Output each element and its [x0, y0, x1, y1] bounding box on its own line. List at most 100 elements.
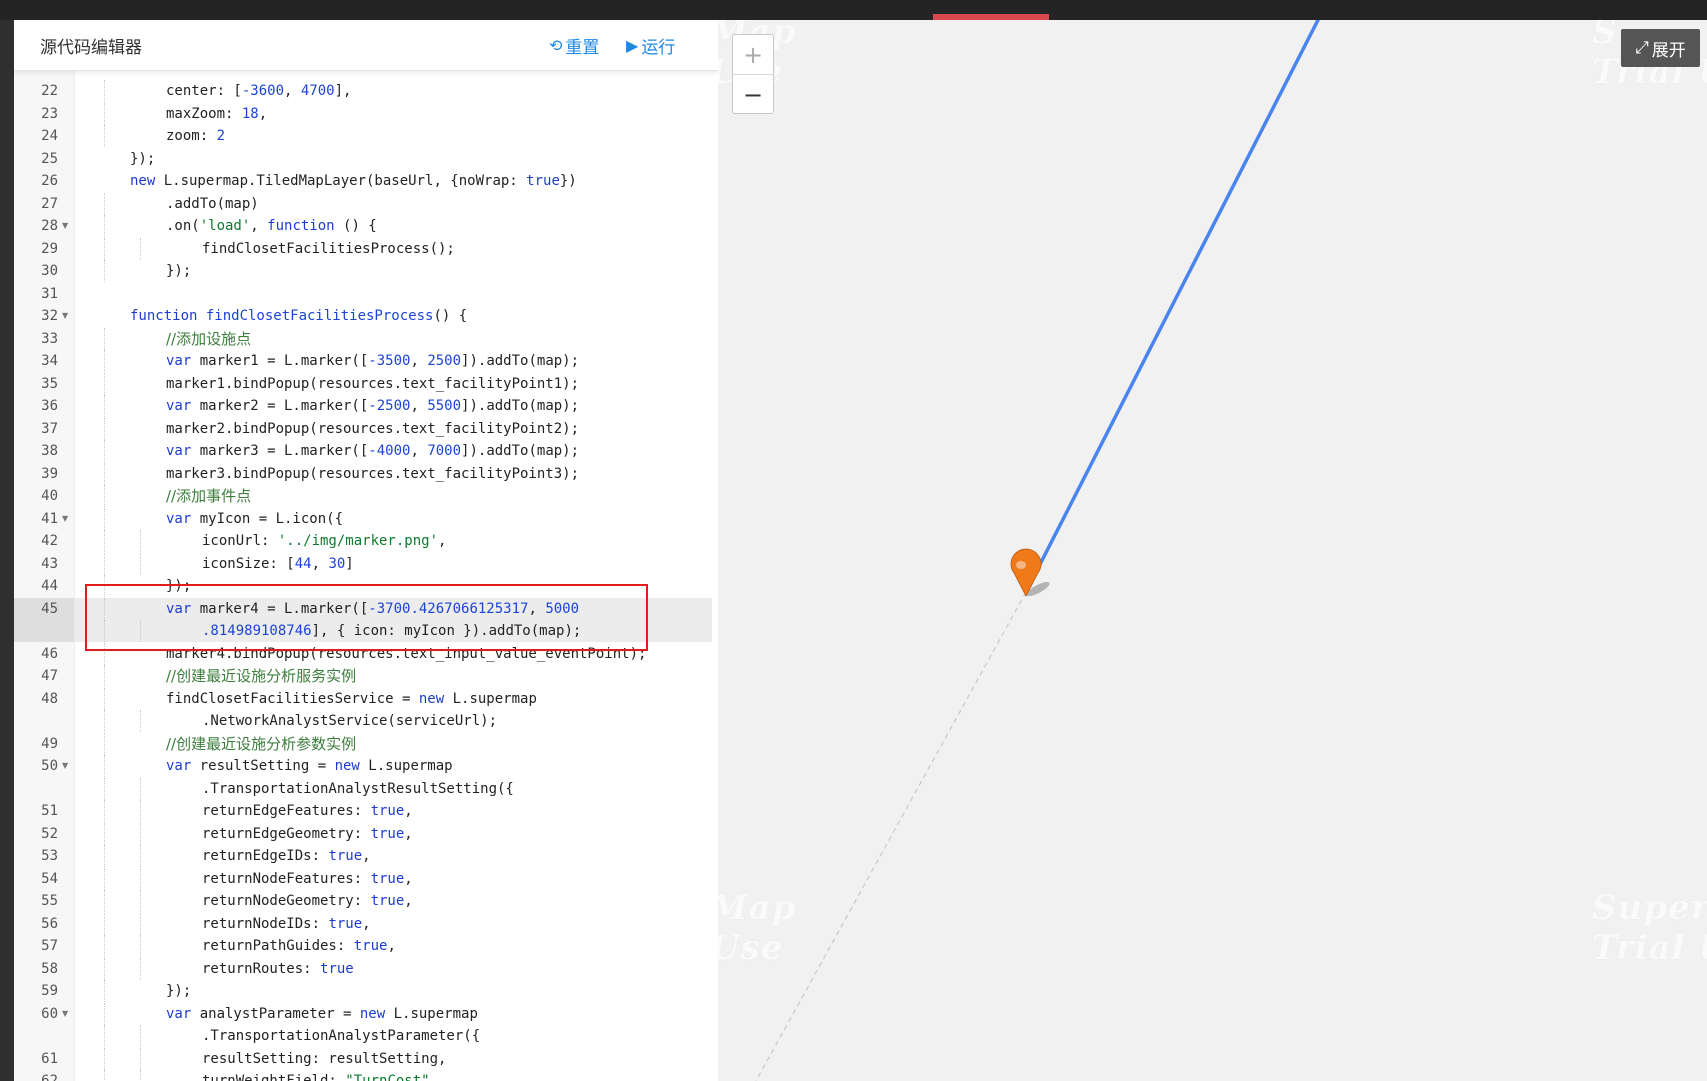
code-line[interactable]: 28 ▼ .on('load', function () { [14, 215, 718, 237]
code-line[interactable]: 37 marker2.bindPopup(resources.text_facil… [14, 417, 718, 440]
code-line[interactable]: 27 .addTo(map) [14, 192, 718, 215]
code-text: var marker1 = L.marker([-3500, 2500]).ad… [166, 350, 579, 372]
run-button[interactable]: ▶ 运行 [626, 33, 675, 58]
expand-button[interactable]: ⤢ 展开 [1621, 29, 1700, 67]
code-line[interactable]: 35 marker1.bindPopup(resources.text_facil… [14, 372, 718, 395]
code-line[interactable]: 36 var marker2 = L.marker([-2500, 5500]).… [14, 395, 718, 417]
code-line[interactable]: 58 returnRoutes: true [14, 957, 718, 980]
code-line[interactable]: 42 iconUrl: '../img/marker.png', [14, 530, 718, 552]
code-text: }); [130, 148, 155, 170]
code-line[interactable]: 33 //添加设施点 [14, 327, 718, 350]
code-line[interactable]: .TransportationAnalystParameter({ [14, 1025, 718, 1047]
code-line[interactable]: 49 //创建最近设施分析参数实例 [14, 732, 718, 755]
code-line[interactable]: 34 var marker1 = L.marker([-3500, 2500]).… [14, 350, 718, 372]
code-token: L.supermap.TiledMapLayer(baseUrl, {noWra… [163, 173, 527, 189]
zoom-out-button[interactable]: − [733, 75, 773, 113]
code-line[interactable]: 62 turnWeightField: "TurnCost", [14, 1070, 718, 1081]
indent-guide [140, 1047, 141, 1070]
code-line[interactable]: 45 var marker4 = L.marker([-3700.42670661… [14, 597, 718, 642]
code-line[interactable]: 39 marker3.bindPopup(resources.text_facil… [14, 462, 718, 485]
indent-guide [104, 215, 105, 237]
code-line[interactable]: 47 //创建最近设施分析服务实例 [14, 665, 718, 687]
code-line[interactable]: 52 returnEdgeGeometry: true, [14, 822, 718, 845]
code-line[interactable]: 40 //添加事件点 [14, 485, 718, 507]
zoom-in-button[interactable]: + [733, 35, 773, 75]
code-token: , [410, 443, 428, 459]
code-area[interactable]: 22 center: [-3600, 4700], 23 maxZoom: 18, 24… [14, 70, 718, 1081]
route-layer [755, 20, 1320, 1081]
fold-arrow-icon[interactable]: ▼ [62, 305, 68, 327]
line-number: 31 [41, 285, 58, 302]
code-token: returnRoutes: [202, 960, 321, 977]
line-number: 49 [41, 735, 58, 752]
indent-guide [140, 845, 141, 867]
fold-arrow-icon[interactable]: ▼ [62, 755, 68, 777]
indent-guide [140, 1070, 141, 1081]
code-token: var [166, 1005, 200, 1022]
indent-guide [104, 1025, 105, 1047]
code-line[interactable]: 41 ▼ var myIcon = L.icon({ [14, 507, 718, 530]
code-line[interactable]: 57 returnPathGuides: true, [14, 935, 718, 957]
code-line[interactable]: 50 ▼ var resultSetting = new L.supermap [14, 755, 718, 777]
code-line[interactable]: 32 ▼ function findClosetFacilitiesProcess(… [14, 305, 718, 327]
code-line[interactable]: 43 iconSize: [44, 30] [14, 552, 718, 575]
code-line[interactable]: 56 returnNodeIDs: true, [14, 912, 718, 935]
reset-button[interactable]: ⟲ 重置 [549, 33, 599, 58]
code-token: returnNodeIDs: [202, 915, 329, 932]
indent-guide [104, 485, 105, 507]
code-line[interactable]: .814989108746], { icon: myIcon }).addTo(… [14, 620, 718, 642]
code-text: var resultSetting = new L.supermap [166, 755, 453, 777]
code-line[interactable]: 26 new L.supermap.TiledMapLayer(baseUrl, … [14, 170, 718, 192]
fold-arrow-icon[interactable]: ▼ [62, 508, 68, 530]
indent-guide [104, 192, 105, 215]
code-line[interactable]: 55 returnNodeGeometry: true, [14, 890, 718, 912]
code-token: -3500 [368, 353, 411, 369]
reset-icon: ⟲ [549, 35, 563, 55]
line-number: 45 [41, 600, 58, 617]
code-line[interactable]: .TransportationAnalystResultSetting({ [14, 777, 718, 800]
line-number: 62 [41, 1073, 58, 1081]
code-token: true [370, 803, 405, 819]
code-token: , [387, 938, 396, 954]
code-line[interactable]: 51 returnEdgeFeatures: true, [14, 800, 718, 822]
code-line[interactable]: 60 ▼ var analystParameter = new L.supermap [14, 1002, 718, 1025]
code-line[interactable]: 23 maxZoom: 18, [14, 102, 718, 125]
code-token: , [362, 848, 371, 864]
code-token: new [130, 173, 164, 189]
code-token: "TurnCost" [345, 1073, 430, 1081]
code-line[interactable]: 59}); [14, 980, 718, 1002]
code-token: ] [345, 555, 354, 572]
code-token: marker4.bindPopup(resources.text_input_v… [166, 645, 647, 662]
line-number: 33 [41, 330, 58, 347]
code-line[interactable]: 38 var marker3 = L.marker([-4000, 7000]).… [14, 440, 718, 462]
fold-arrow-icon[interactable]: ▼ [62, 1003, 68, 1025]
fold-arrow-icon[interactable]: ▼ [62, 215, 68, 237]
code-text: var analystParameter = new L.supermap [166, 1003, 478, 1025]
code-token: //添加事件点 [166, 487, 252, 505]
line-number: 38 [41, 443, 58, 459]
code-token: true [370, 825, 405, 842]
indent-guide [140, 935, 141, 957]
code-line[interactable]: .NetworkAnalystService(serviceUrl); [14, 710, 718, 732]
code-line[interactable]: 25}); [14, 148, 718, 170]
code-line[interactable]: 54 returnNodeFeatures: true, [14, 867, 718, 890]
run-label: 运行 [641, 38, 676, 58]
code-token: analystParameter = [199, 1005, 360, 1022]
code-token: , [250, 218, 268, 234]
map-panel[interactable]: Map Use S Trial U Map Use SuperM Trial U [718, 20, 1707, 1081]
route-line [1030, 20, 1320, 582]
code-line[interactable]: 46 marker4.bindPopup(resources.text_input… [14, 642, 718, 665]
indent-guide [104, 1047, 105, 1070]
code-line[interactable]: 31 [14, 283, 718, 305]
code-line[interactable]: 44}); [14, 575, 718, 597]
code-line[interactable]: 22 center: [-3600, 4700], [14, 80, 718, 102]
code-line[interactable]: 29 findClosetFacilitiesProcess(); [14, 237, 718, 260]
code-line[interactable]: 30}); [14, 260, 718, 282]
code-line[interactable]: 24 zoom: 2 [14, 125, 718, 147]
code-text: marker3.bindPopup(resources.text_facilit… [166, 463, 579, 485]
code-token: returnEdgeFeatures: [202, 803, 371, 819]
code-line[interactable]: 53 returnEdgeIDs: true, [14, 845, 718, 867]
code-line[interactable]: 61 resultSetting: resultSetting, [14, 1047, 718, 1070]
code-text: zoom: 2 [166, 125, 225, 147]
code-line[interactable]: 48 findClosetFacilitiesService = new L.su… [14, 687, 718, 710]
